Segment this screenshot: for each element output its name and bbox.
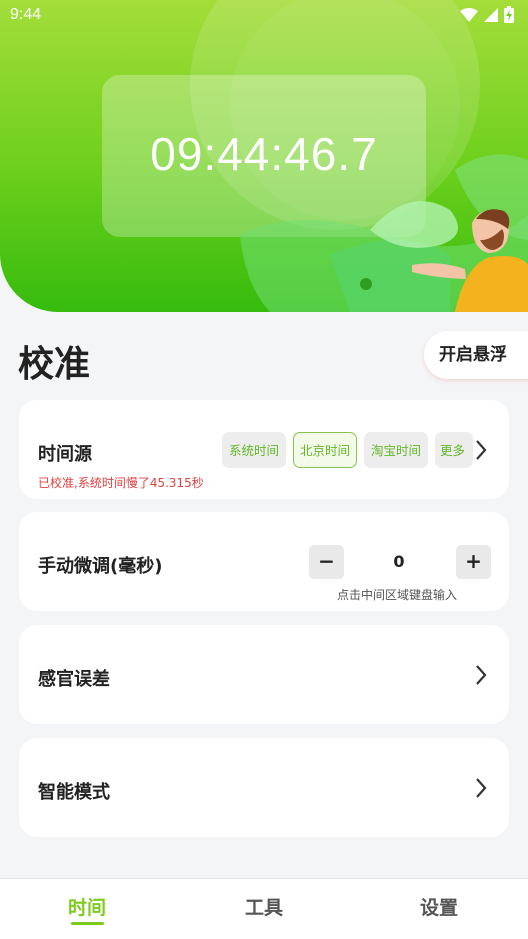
enable-float-button[interactable]: 开启悬浮 bbox=[424, 331, 528, 379]
smart-mode-label: 智能模式 bbox=[38, 782, 110, 803]
active-tab-indicator bbox=[71, 922, 104, 925]
manual-adjust-card: 手动微调(毫秒) − 0 + 点击中间区域键盘输入 bbox=[19, 512, 509, 611]
chevron-right-icon[interactable] bbox=[474, 439, 488, 461]
option-system-time[interactable]: 系统时间 bbox=[222, 432, 287, 468]
header-banner: 9:44 09:44:46.7 bbox=[0, 0, 528, 312]
sensory-error-label: 感官误差 bbox=[38, 669, 110, 690]
tab-time[interactable]: 时间 bbox=[68, 893, 106, 920]
option-taobao-time[interactable]: 淘宝时间 bbox=[364, 432, 429, 468]
status-bar: 9:44 bbox=[0, 0, 528, 32]
time-source-options: 系统时间 北京时间 淘宝时间 更多 bbox=[222, 432, 474, 468]
time-source-card: 时间源 系统时间 北京时间 淘宝时间 更多 已校准,系统时间慢了45.315秒 bbox=[19, 400, 509, 499]
tab-settings[interactable]: 设置 bbox=[420, 893, 458, 920]
chevron-right-icon bbox=[476, 665, 487, 685]
bottom-nav: 时间 工具 设置 bbox=[0, 878, 528, 939]
increase-button[interactable]: + bbox=[456, 545, 491, 579]
signal-icon bbox=[484, 7, 498, 22]
page-title: 校准 bbox=[18, 344, 91, 385]
calibration-status: 已校准,系统时间慢了45.315秒 bbox=[38, 476, 204, 490]
smart-mode-card[interactable]: 智能模式 bbox=[19, 738, 509, 837]
adjust-value-input[interactable]: 0 bbox=[359, 552, 439, 571]
chevron-right-icon bbox=[476, 778, 487, 798]
time-source-label: 时间源 bbox=[38, 444, 92, 465]
battery-icon bbox=[504, 6, 514, 23]
option-more[interactable]: 更多 bbox=[435, 432, 474, 468]
adjust-hint: 点击中间区域键盘输入 bbox=[337, 588, 458, 602]
option-beijing-time[interactable]: 北京时间 bbox=[293, 432, 358, 468]
person-illustration bbox=[240, 154, 528, 312]
status-time: 9:44 bbox=[10, 6, 42, 23]
sensory-error-card[interactable]: 感官误差 bbox=[19, 625, 509, 724]
manual-adjust-label: 手动微调(毫秒) bbox=[38, 556, 163, 577]
wifi-icon bbox=[460, 7, 478, 22]
status-icons bbox=[460, 6, 514, 23]
decrease-button[interactable]: − bbox=[309, 545, 344, 579]
tab-tools[interactable]: 工具 bbox=[245, 893, 283, 920]
